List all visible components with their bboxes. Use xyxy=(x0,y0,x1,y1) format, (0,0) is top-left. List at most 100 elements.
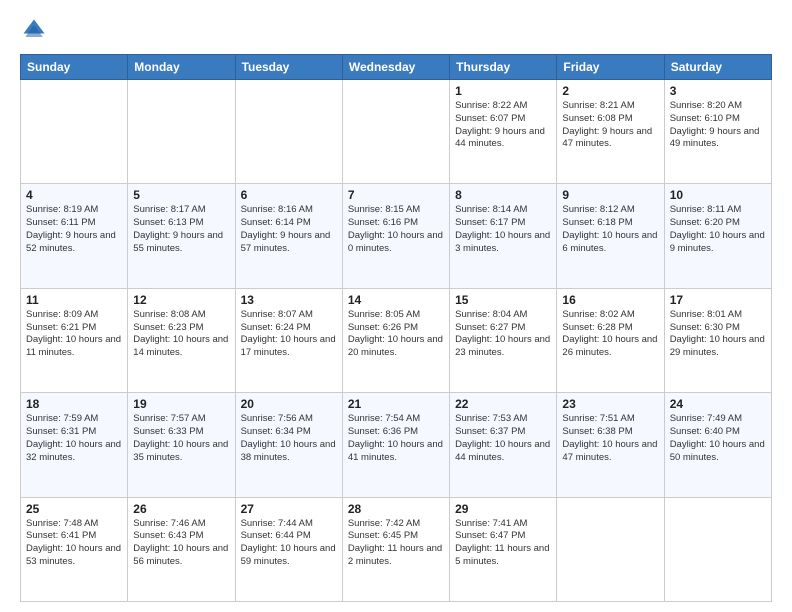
day-info: Sunrise: 8:05 AM Sunset: 6:26 PM Dayligh… xyxy=(348,309,444,360)
day-cell: 5 Sunrise: 8:17 AM Sunset: 6:13 PM Daylig… xyxy=(128,184,235,288)
day-number: 18 xyxy=(26,397,122,411)
day-number: 16 xyxy=(562,293,658,307)
day-info: Sunrise: 7:42 AM Sunset: 6:45 PM Dayligh… xyxy=(348,518,444,569)
header-wednesday: Wednesday xyxy=(342,55,449,80)
day-cell: 2 Sunrise: 8:21 AM Sunset: 6:08 PM Daylig… xyxy=(557,80,664,184)
day-info: Sunrise: 7:59 AM Sunset: 6:31 PM Dayligh… xyxy=(26,413,122,464)
day-info: Sunrise: 7:41 AM Sunset: 6:47 PM Dayligh… xyxy=(455,518,551,569)
header-friday: Friday xyxy=(557,55,664,80)
day-cell: 22 Sunrise: 7:53 AM Sunset: 6:37 PM Dayli… xyxy=(450,393,557,497)
header-monday: Monday xyxy=(128,55,235,80)
day-cell: 4Sunrise: 8:19 AM Sunset: 6:11 PM Daylig… xyxy=(21,184,128,288)
day-cell xyxy=(235,80,342,184)
day-info: Sunrise: 8:21 AM Sunset: 6:08 PM Dayligh… xyxy=(562,100,658,151)
day-number: 6 xyxy=(241,188,337,202)
day-cell xyxy=(664,497,771,601)
day-info: Sunrise: 8:19 AM Sunset: 6:11 PM Dayligh… xyxy=(26,204,122,255)
day-cell: 29 Sunrise: 7:41 AM Sunset: 6:47 PM Dayli… xyxy=(450,497,557,601)
day-cell xyxy=(342,80,449,184)
day-info: Sunrise: 7:56 AM Sunset: 6:34 PM Dayligh… xyxy=(241,413,337,464)
day-cell: 7Sunrise: 8:15 AM Sunset: 6:16 PM Daylig… xyxy=(342,184,449,288)
day-info: Sunrise: 7:54 AM Sunset: 6:36 PM Dayligh… xyxy=(348,413,444,464)
day-cell: 14 Sunrise: 8:05 AM Sunset: 6:26 PM Dayli… xyxy=(342,288,449,392)
day-info: Sunrise: 7:51 AM Sunset: 6:38 PM Dayligh… xyxy=(562,413,658,464)
day-info: Sunrise: 7:48 AM Sunset: 6:41 PM Dayligh… xyxy=(26,518,122,569)
day-cell xyxy=(557,497,664,601)
day-number: 2 xyxy=(562,84,658,98)
day-number: 21 xyxy=(348,397,444,411)
calendar-body: 1 Sunrise: 8:22 AM Sunset: 6:07 PM Daylig… xyxy=(21,80,772,602)
logo-icon xyxy=(20,16,48,44)
day-number: 10 xyxy=(670,188,766,202)
day-info: Sunrise: 8:16 AM Sunset: 6:14 PM Dayligh… xyxy=(241,204,337,255)
week-row-2: 4Sunrise: 8:19 AM Sunset: 6:11 PM Daylig… xyxy=(21,184,772,288)
day-info: Sunrise: 8:15 AM Sunset: 6:16 PM Dayligh… xyxy=(348,204,444,255)
day-cell: 11 Sunrise: 8:09 AM Sunset: 6:21 PM Dayli… xyxy=(21,288,128,392)
day-cell: 3Sunrise: 8:20 AM Sunset: 6:10 PM Daylig… xyxy=(664,80,771,184)
day-number: 9 xyxy=(562,188,658,202)
day-cell: 9 Sunrise: 8:12 AM Sunset: 6:18 PM Daylig… xyxy=(557,184,664,288)
day-info: Sunrise: 8:09 AM Sunset: 6:21 PM Dayligh… xyxy=(26,309,122,360)
day-cell: 18 Sunrise: 7:59 AM Sunset: 6:31 PM Dayli… xyxy=(21,393,128,497)
day-cell: 21 Sunrise: 7:54 AM Sunset: 6:36 PM Dayli… xyxy=(342,393,449,497)
day-info: Sunrise: 8:17 AM Sunset: 6:13 PM Dayligh… xyxy=(133,204,229,255)
day-info: Sunrise: 8:11 AM Sunset: 6:20 PM Dayligh… xyxy=(670,204,766,255)
day-number: 11 xyxy=(26,293,122,307)
day-number: 23 xyxy=(562,397,658,411)
header-thursday: Thursday xyxy=(450,55,557,80)
day-number: 28 xyxy=(348,502,444,516)
week-row-1: 1 Sunrise: 8:22 AM Sunset: 6:07 PM Daylig… xyxy=(21,80,772,184)
day-number: 27 xyxy=(241,502,337,516)
day-number: 5 xyxy=(133,188,229,202)
day-info: Sunrise: 8:08 AM Sunset: 6:23 PM Dayligh… xyxy=(133,309,229,360)
day-cell: 20 Sunrise: 7:56 AM Sunset: 6:34 PM Dayli… xyxy=(235,393,342,497)
day-cell: 1 Sunrise: 8:22 AM Sunset: 6:07 PM Daylig… xyxy=(450,80,557,184)
day-cell: 16 Sunrise: 8:02 AM Sunset: 6:28 PM Dayli… xyxy=(557,288,664,392)
day-info: Sunrise: 8:04 AM Sunset: 6:27 PM Dayligh… xyxy=(455,309,551,360)
day-cell: 23 Sunrise: 7:51 AM Sunset: 6:38 PM Dayli… xyxy=(557,393,664,497)
logo xyxy=(20,16,52,44)
day-cell: 15 Sunrise: 8:04 AM Sunset: 6:27 PM Dayli… xyxy=(450,288,557,392)
header-tuesday: Tuesday xyxy=(235,55,342,80)
header-sunday: Sunday xyxy=(21,55,128,80)
calendar-table: SundayMondayTuesdayWednesdayThursdayFrid… xyxy=(20,54,772,602)
day-number: 15 xyxy=(455,293,551,307)
header-saturday: Saturday xyxy=(664,55,771,80)
day-cell: 24 Sunrise: 7:49 AM Sunset: 6:40 PM Dayli… xyxy=(664,393,771,497)
week-row-3: 11 Sunrise: 8:09 AM Sunset: 6:21 PM Dayli… xyxy=(21,288,772,392)
day-number: 3 xyxy=(670,84,766,98)
day-info: Sunrise: 7:53 AM Sunset: 6:37 PM Dayligh… xyxy=(455,413,551,464)
day-number: 14 xyxy=(348,293,444,307)
day-info: Sunrise: 8:02 AM Sunset: 6:28 PM Dayligh… xyxy=(562,309,658,360)
day-cell xyxy=(21,80,128,184)
day-info: Sunrise: 8:22 AM Sunset: 6:07 PM Dayligh… xyxy=(455,100,551,151)
day-info: Sunrise: 8:14 AM Sunset: 6:17 PM Dayligh… xyxy=(455,204,551,255)
day-number: 29 xyxy=(455,502,551,516)
day-cell: 19Sunrise: 7:57 AM Sunset: 6:33 PM Dayli… xyxy=(128,393,235,497)
week-row-5: 25 Sunrise: 7:48 AM Sunset: 6:41 PM Dayli… xyxy=(21,497,772,601)
day-cell: 27 Sunrise: 7:44 AM Sunset: 6:44 PM Dayli… xyxy=(235,497,342,601)
day-number: 8 xyxy=(455,188,551,202)
day-number: 25 xyxy=(26,502,122,516)
day-info: Sunrise: 8:07 AM Sunset: 6:24 PM Dayligh… xyxy=(241,309,337,360)
day-cell: 25 Sunrise: 7:48 AM Sunset: 6:41 PM Dayli… xyxy=(21,497,128,601)
day-cell: 26Sunrise: 7:46 AM Sunset: 6:43 PM Dayli… xyxy=(128,497,235,601)
day-number: 24 xyxy=(670,397,766,411)
day-cell: 12 Sunrise: 8:08 AM Sunset: 6:23 PM Dayli… xyxy=(128,288,235,392)
day-cell: 6 Sunrise: 8:16 AM Sunset: 6:14 PM Daylig… xyxy=(235,184,342,288)
day-number: 1 xyxy=(455,84,551,98)
day-number: 22 xyxy=(455,397,551,411)
day-number: 26 xyxy=(133,502,229,516)
day-info: Sunrise: 7:49 AM Sunset: 6:40 PM Dayligh… xyxy=(670,413,766,464)
day-number: 17 xyxy=(670,293,766,307)
day-info: Sunrise: 7:44 AM Sunset: 6:44 PM Dayligh… xyxy=(241,518,337,569)
day-number: 12 xyxy=(133,293,229,307)
day-number: 20 xyxy=(241,397,337,411)
calendar-header-row: SundayMondayTuesdayWednesdayThursdayFrid… xyxy=(21,55,772,80)
day-info: Sunrise: 8:12 AM Sunset: 6:18 PM Dayligh… xyxy=(562,204,658,255)
day-cell: 13Sunrise: 8:07 AM Sunset: 6:24 PM Dayli… xyxy=(235,288,342,392)
week-row-4: 18 Sunrise: 7:59 AM Sunset: 6:31 PM Dayli… xyxy=(21,393,772,497)
day-cell: 8 Sunrise: 8:14 AM Sunset: 6:17 PM Daylig… xyxy=(450,184,557,288)
top-area xyxy=(20,16,772,44)
day-cell: 17Sunrise: 8:01 AM Sunset: 6:30 PM Dayli… xyxy=(664,288,771,392)
